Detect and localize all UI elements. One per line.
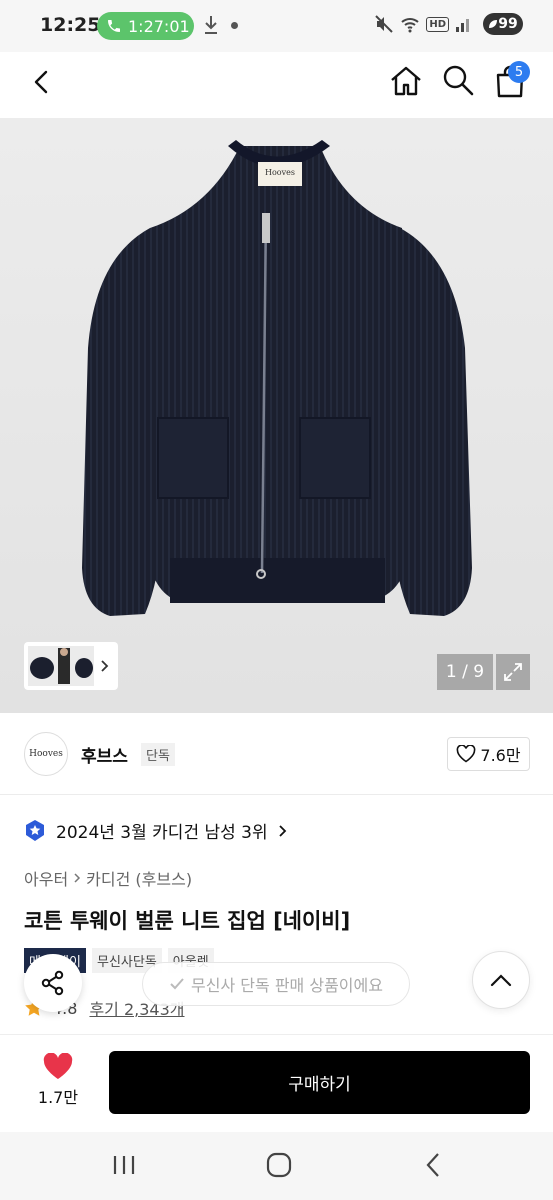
back-nav-icon[interactable] <box>424 1152 442 1178</box>
ranking-link[interactable]: 2024년 3월 카디건 남성 3위 <box>24 818 288 843</box>
expand-button[interactable] <box>496 654 530 690</box>
recent-apps-icon[interactable] <box>111 1154 137 1176</box>
thumbnail-strip[interactable] <box>24 642 118 690</box>
exclusive-toast: 무신사 단독 판매 상품이에요 <box>142 962 410 1006</box>
brand-like-count: 7.6만 <box>480 746 521 765</box>
back-icon[interactable] <box>26 66 58 98</box>
buy-button[interactable]: 구매하기 <box>109 1051 530 1114</box>
heart-filled-icon <box>43 1053 73 1079</box>
breadcrumb-item[interactable]: 카디건 (후브스) <box>86 866 192 890</box>
brand-name[interactable]: 후브스 <box>81 742 128 767</box>
toast-text: 무신사 단독 판매 상품이에요 <box>191 976 383 995</box>
ranking-badge-icon <box>26 819 44 841</box>
leaf-icon <box>489 20 498 28</box>
home-nav-icon[interactable] <box>266 1152 292 1178</box>
product-photo <box>0 118 553 713</box>
phone-icon <box>108 20 120 32</box>
brand-like-button[interactable]: 7.6만 <box>447 737 530 771</box>
brand-row: Hooves 후브스 단독 7.6만 <box>0 713 553 795</box>
system-nav-bar <box>0 1132 553 1200</box>
chevron-right-icon <box>74 873 81 883</box>
chevron-right-icon <box>279 824 286 837</box>
brand-logo[interactable]: Hooves <box>24 732 68 776</box>
product-image-gallery[interactable]: Hooves <box>0 118 553 713</box>
product-like-button[interactable]: 1.7만 <box>30 1053 86 1113</box>
product-title: 코튼 투웨이 벌룬 니트 집업 [네이비] <box>24 909 351 933</box>
category-breadcrumb: 아우터 카디건 (후브스) <box>24 866 192 890</box>
breadcrumb-item[interactable]: 아우터 <box>24 866 68 890</box>
share-button[interactable] <box>24 954 82 1012</box>
heart-outline-icon <box>457 745 476 763</box>
bottom-action-bar: 1.7만 구매하기 <box>0 1034 553 1132</box>
search-icon[interactable] <box>441 63 475 97</box>
signal-icon <box>456 19 469 32</box>
hd-badge: HD <box>426 16 449 32</box>
wifi-call-icon <box>401 18 419 33</box>
mute-icon <box>375 15 394 33</box>
status-bar: 12:25 1:27:01 HD 99 <box>0 0 553 52</box>
cart-count-badge: 5 <box>508 61 530 83</box>
share-icon <box>41 970 64 996</box>
product-like-count: 1.7만 <box>37 1088 79 1107</box>
chevron-up-icon <box>490 974 512 987</box>
chevron-right-icon[interactable] <box>100 659 110 673</box>
image-page-counter: 1 / 9 <box>437 654 493 690</box>
battery-level: 99 <box>498 16 518 32</box>
image-brand-label: Hooves <box>265 168 295 177</box>
ranking-text: 2024년 3월 카디건 남성 3위 <box>56 823 268 843</box>
battery-indicator: 99 <box>483 13 523 35</box>
call-indicator[interactable]: 1:27:01 <box>97 12 194 40</box>
expand-icon <box>504 663 522 681</box>
thumbnail-photo <box>28 646 94 686</box>
download-icon <box>205 16 217 34</box>
check-icon <box>170 978 184 990</box>
notification-dot-icon <box>231 22 238 29</box>
app-header: 5 <box>0 52 553 170</box>
status-time: 12:25 <box>40 14 101 36</box>
call-timer: 1:27:01 <box>128 16 190 36</box>
scroll-top-button[interactable] <box>472 951 530 1009</box>
status-icons: HD 99 <box>374 13 523 35</box>
brand-exclusive-tag: 단독 <box>141 743 175 766</box>
home-icon[interactable] <box>388 63 424 99</box>
thumbnail-image[interactable] <box>28 646 94 686</box>
